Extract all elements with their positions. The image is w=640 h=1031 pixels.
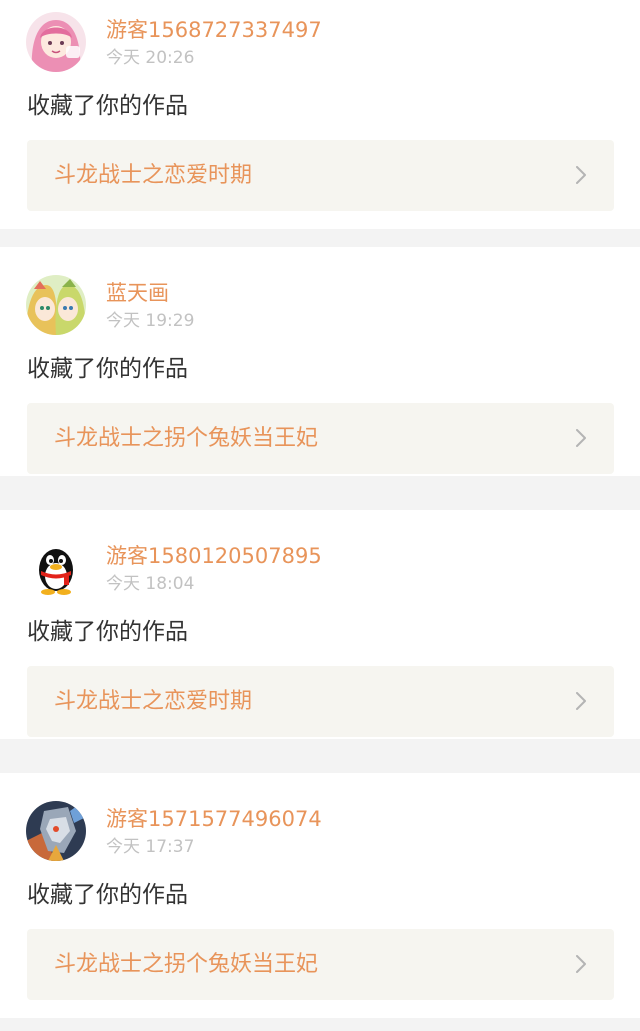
- work-link[interactable]: 斗龙战士之拐个兔妖当王妃: [27, 403, 614, 474]
- notification-feed: 游客1568727337497 今天 20:26 收藏了你的作品 斗龙战士之恋爱…: [0, 0, 640, 1031]
- chevron-right-icon: [576, 692, 586, 710]
- chevron-right-icon: [576, 955, 586, 973]
- work-link[interactable]: 斗龙战士之恋爱时期: [27, 140, 614, 211]
- username[interactable]: 游客1580120507895: [106, 543, 322, 569]
- notification-card: 游客1568727337497 今天 20:26 收藏了你的作品 斗龙战士之恋爱…: [0, 0, 640, 229]
- notification-card: 游客1571577496074 今天 17:37 收藏了你的作品 斗龙战士之拐个…: [0, 773, 640, 1018]
- chevron-right-icon: [576, 166, 586, 184]
- timestamp: 今天 19:29: [106, 311, 195, 331]
- game-hero-avatar-icon[interactable]: [26, 801, 86, 861]
- timestamp: 今天 20:26: [106, 48, 195, 68]
- action-text: 收藏了你的作品: [27, 619, 188, 645]
- action-text: 收藏了你的作品: [27, 93, 188, 119]
- work-title: 斗龙战士之恋爱时期: [54, 689, 253, 714]
- timestamp: 今天 18:04: [106, 574, 195, 594]
- notification-card: 游客1580120507895 今天 18:04 收藏了你的作品 斗龙战士之恋爱…: [0, 510, 640, 739]
- anime-girls-avatar-icon[interactable]: [26, 275, 86, 335]
- username[interactable]: 游客1571577496074: [106, 806, 322, 832]
- anime-pink-hair-avatar-icon[interactable]: [26, 12, 86, 72]
- work-title: 斗龙战士之恋爱时期: [54, 163, 253, 188]
- action-text: 收藏了你的作品: [27, 356, 188, 382]
- username[interactable]: 游客1568727337497: [106, 17, 322, 43]
- timestamp: 今天 17:37: [106, 837, 195, 857]
- chevron-right-icon: [576, 429, 586, 447]
- action-text: 收藏了你的作品: [27, 882, 188, 908]
- qq-penguin-avatar-icon[interactable]: [26, 538, 86, 598]
- notification-card: 蓝天画 今天 19:29 收藏了你的作品 斗龙战士之拐个兔妖当王妃: [0, 247, 640, 476]
- username[interactable]: 蓝天画: [106, 280, 169, 306]
- work-title: 斗龙战士之拐个兔妖当王妃: [54, 426, 319, 451]
- work-title: 斗龙战士之拐个兔妖当王妃: [54, 952, 319, 977]
- work-link[interactable]: 斗龙战士之恋爱时期: [27, 666, 614, 737]
- work-link[interactable]: 斗龙战士之拐个兔妖当王妃: [27, 929, 614, 1000]
